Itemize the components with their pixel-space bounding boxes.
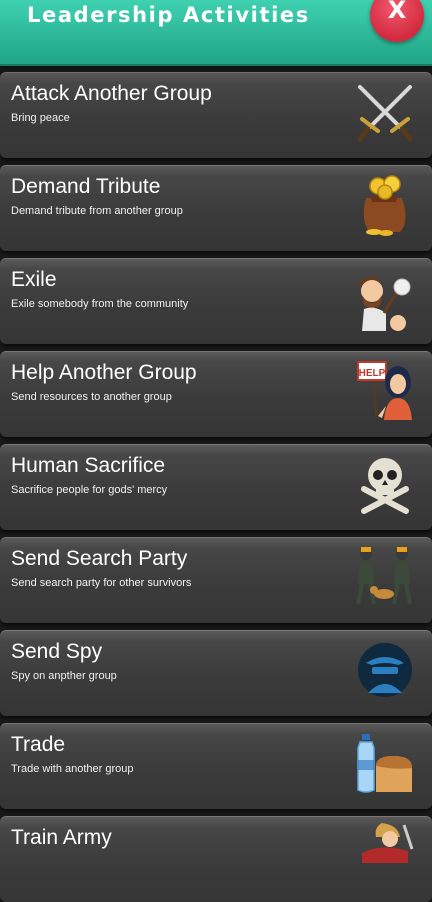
activity-title: Attack Another Group xyxy=(11,82,212,105)
activity-trade[interactable]: Trade Trade with another group xyxy=(0,723,432,809)
help-sign-person-icon: HELP xyxy=(357,361,412,420)
activity-send-search-party[interactable]: Send Search Party Send search party for … xyxy=(0,537,432,623)
header-bar: Leadership Activities xyxy=(0,0,432,66)
activity-description: Trade with another group xyxy=(11,763,134,775)
activity-title: Demand Tribute xyxy=(11,175,161,198)
activity-title: Trade xyxy=(11,733,66,756)
skull-crossbones-icon xyxy=(361,458,409,514)
activity-description: Bring peace xyxy=(11,112,70,124)
activity-title: Send Spy xyxy=(11,640,103,663)
help-sign-text: HELP xyxy=(359,368,386,379)
activity-help-another-group[interactable]: Help Another Group Send resources to ano… xyxy=(0,351,432,437)
activity-description: Sacrifice people for gods' mercy xyxy=(11,484,168,496)
activity-exile[interactable]: Exile Exile somebody from the community xyxy=(0,258,432,344)
water-bread-icon xyxy=(357,734,412,793)
activity-title: Send Search Party xyxy=(11,547,188,570)
page-title: Leadership Activities xyxy=(27,3,310,27)
activity-title: Train Army xyxy=(11,826,112,849)
gold-sack-icon xyxy=(363,175,406,236)
activity-human-sacrifice[interactable]: Human Sacrifice Sacrifice people for god… xyxy=(0,444,432,530)
activity-train-army[interactable]: Train Army xyxy=(0,816,432,902)
activity-description: Exile somebody from the community xyxy=(11,298,189,310)
activity-title: Exile xyxy=(11,268,57,291)
exiled-person-icon xyxy=(358,277,411,331)
activity-send-spy[interactable]: Send Spy Spy on anpther group xyxy=(0,630,432,716)
activity-demand-tribute[interactable]: Demand Tribute Demand tribute from anoth… xyxy=(0,165,432,251)
spy-icon xyxy=(358,643,412,697)
activity-description: Send resources to another group xyxy=(11,391,172,403)
warrior-icon xyxy=(362,823,414,863)
activity-title: Human Sacrifice xyxy=(11,454,166,477)
activity-title: Help Another Group xyxy=(11,361,197,384)
crossed-swords-icon xyxy=(357,85,413,142)
activity-description: Spy on anpther group xyxy=(11,670,117,682)
search-party-icon xyxy=(356,547,412,605)
activity-attack-another-group[interactable]: Attack Another Group Bring peace xyxy=(0,72,432,158)
close-icon: X xyxy=(387,0,407,24)
activity-description: Demand tribute from another group xyxy=(11,205,183,217)
activity-description: Send search party for other survivors xyxy=(11,577,192,589)
